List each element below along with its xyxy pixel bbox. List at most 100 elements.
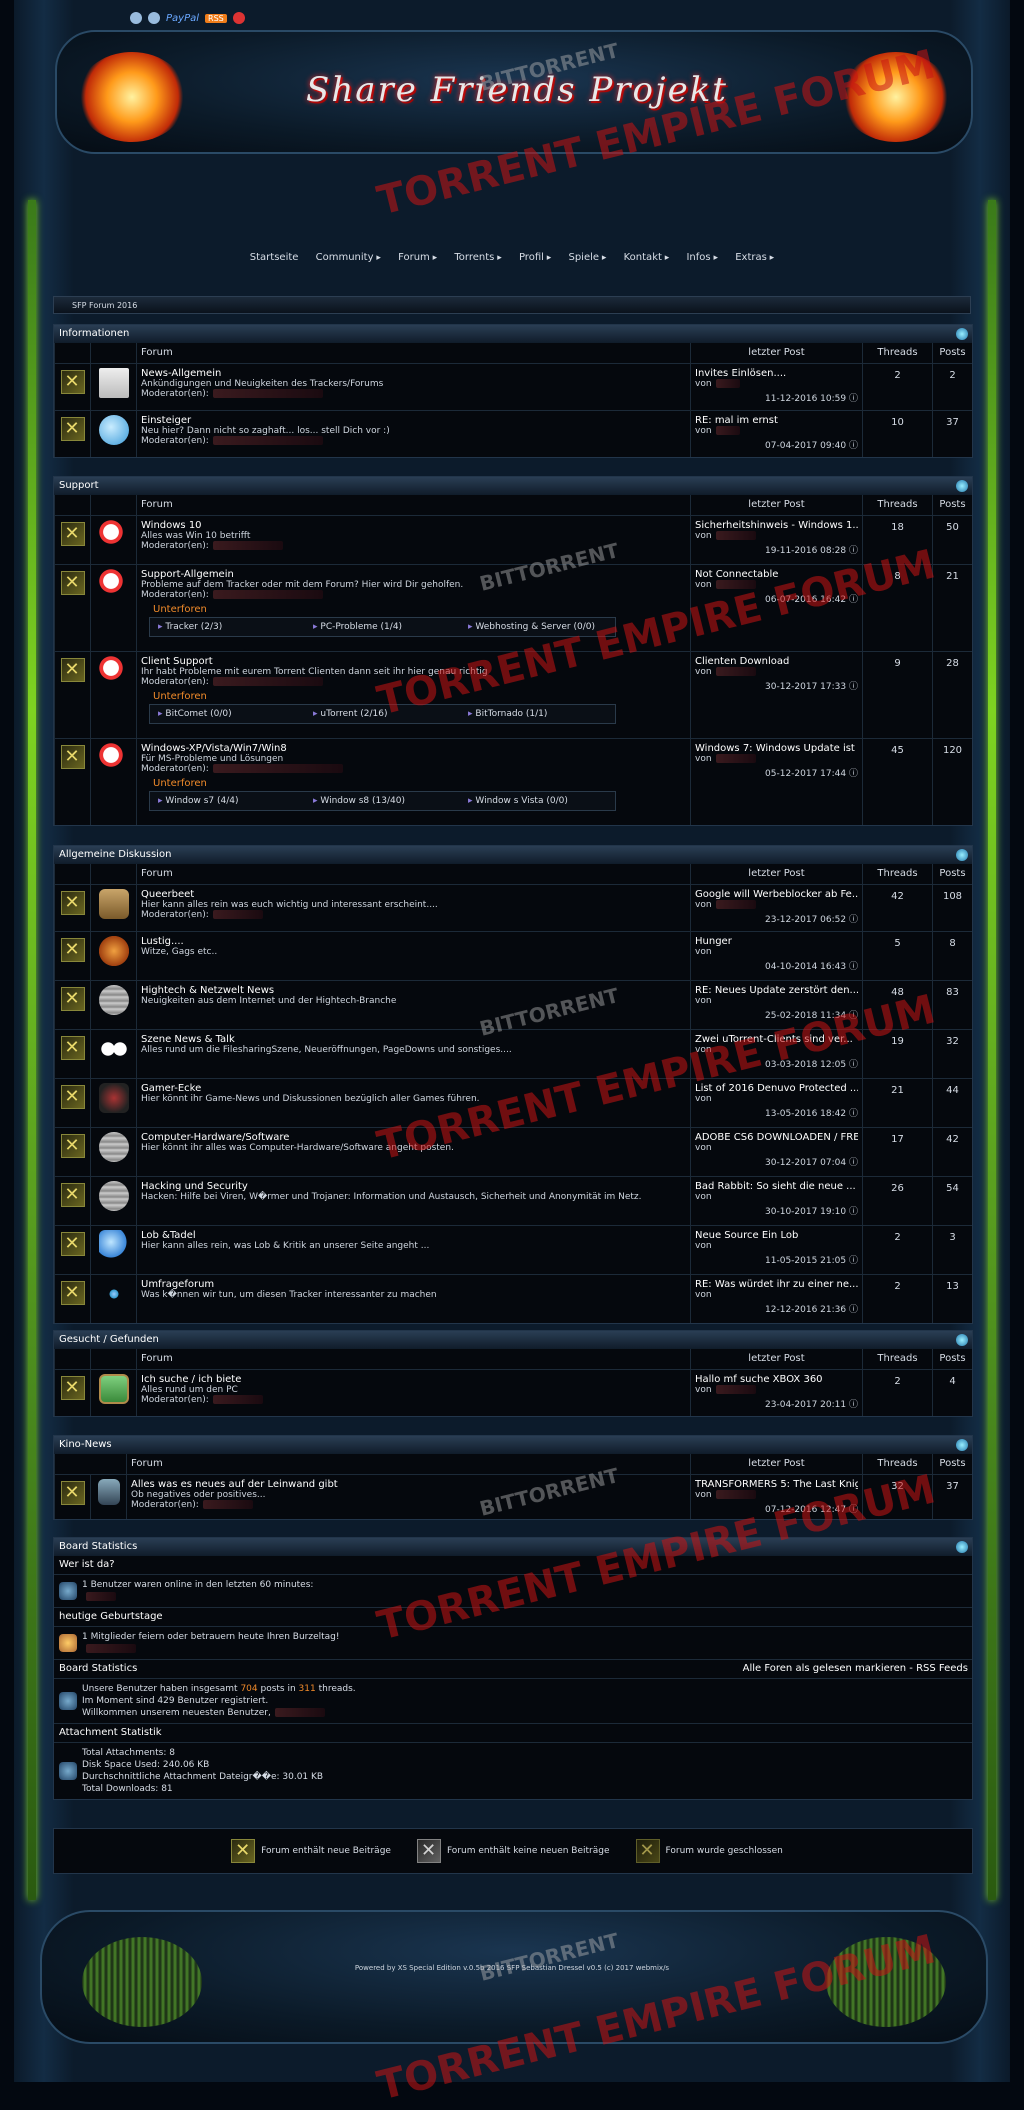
nav-community[interactable]: Community	[316, 252, 381, 263]
flask-icon[interactable]	[130, 12, 142, 24]
moderator-name[interactable]	[212, 389, 323, 398]
nav-torrents[interactable]: Torrents	[454, 252, 501, 263]
subforum-link[interactable]: Window s Vista (0/0)	[460, 796, 615, 806]
lastpost-title[interactable]: Hunger	[695, 936, 858, 947]
lastpost-title[interactable]: TRANSFORMERS 5: The Last Knigh...	[695, 1479, 858, 1490]
newest-user[interactable]	[274, 1708, 325, 1717]
moderator-name[interactable]	[202, 1500, 253, 1509]
lastpost-title[interactable]: ADOBE CS6 DOWNLOADEN / FREISCH...	[695, 1132, 858, 1143]
lastpost-title[interactable]: Zwei uTorrent-Clients sind ver...	[695, 1034, 858, 1045]
section-informationen: Informationen Forum letzter Post Threads Po…	[53, 324, 973, 458]
paypal-link[interactable]: PayPal	[166, 13, 199, 24]
forum-title[interactable]: Windows 10	[141, 520, 686, 531]
subforum-link[interactable]: uTorrent (2/16)	[305, 709, 460, 719]
author-name[interactable]	[715, 667, 756, 676]
nav-extras[interactable]: Extras	[735, 252, 774, 263]
moderator-name[interactable]	[212, 910, 263, 919]
section-title[interactable]: Kino-News	[59, 1439, 112, 1450]
author-name[interactable]	[715, 900, 756, 909]
nav-spiele[interactable]: Spiele	[568, 252, 606, 263]
forum-title[interactable]: Queerbeet	[141, 889, 686, 900]
breadcrumb[interactable]: SFP Forum 2016	[53, 296, 971, 314]
subforum-link[interactable]: Window s7 (4/4)	[150, 796, 305, 806]
moderator-name[interactable]	[212, 1395, 263, 1404]
forum-moderators: Moderator(en):	[141, 436, 686, 446]
rss-link[interactable]: RSS	[205, 13, 227, 23]
site-logo[interactable]: Share Friends Projekt	[212, 70, 822, 110]
author-name[interactable]	[715, 1385, 756, 1394]
section-title[interactable]: Gesucht / Gefunden	[59, 1334, 159, 1345]
forum-title[interactable]: Lob &Tadel	[141, 1230, 686, 1241]
nav-forum[interactable]: Forum	[398, 252, 437, 263]
author-name[interactable]	[715, 426, 740, 435]
collapse-icon[interactable]	[956, 1334, 968, 1346]
forum-title[interactable]: Alles was es neues auf der Leinwand gibt	[131, 1479, 686, 1490]
nav-startseite[interactable]: Startseite	[250, 252, 299, 263]
lastpost-author: von	[695, 1045, 858, 1055]
moderator-name[interactable]	[212, 764, 343, 773]
forum-title[interactable]: Support-Allgemein	[141, 569, 686, 580]
subforum-link[interactable]: Window s8 (13/40)	[305, 796, 460, 806]
lastpost-title[interactable]: Neue Source Ein Lob	[695, 1230, 858, 1241]
forum-title[interactable]: Hacking und Security	[141, 1181, 686, 1192]
forum-title[interactable]: Gamer-Ecke	[141, 1083, 686, 1094]
von-label: von	[695, 580, 712, 590]
subforum-link[interactable]: BitTornado (1/1)	[460, 709, 615, 719]
stop-icon[interactable]	[232, 12, 245, 24]
von-label: von	[695, 667, 712, 677]
lastpost-title[interactable]: List of 2016 Denuvo Protected ...	[695, 1083, 858, 1094]
forum-title[interactable]: News-Allgemein	[141, 368, 686, 379]
forum-title[interactable]: Client Support	[141, 656, 686, 667]
mark-read-rss-links[interactable]: Alle Foren als gelesen markieren - RSS F…	[743, 1660, 968, 1678]
lastpost-title[interactable]: Invites Einlösen....	[695, 368, 858, 379]
author-name[interactable]	[715, 379, 740, 388]
section-title[interactable]: Allgemeine Diskussion	[59, 849, 171, 860]
nav-profil[interactable]: Profil	[519, 252, 551, 263]
nav-infos[interactable]: Infos	[686, 252, 718, 263]
moderator-name[interactable]	[212, 590, 323, 599]
author-name[interactable]	[715, 1490, 756, 1499]
author-name[interactable]	[715, 531, 756, 540]
lastpost-title[interactable]: Hallo mf suche XBOX 360	[695, 1374, 858, 1385]
section-title[interactable]: Board Statistics	[59, 1541, 137, 1552]
forum-title[interactable]: Hightech & Netzwelt News	[141, 985, 686, 996]
lastpost-title[interactable]: RE: mal im ernst	[695, 415, 858, 426]
collapse-icon[interactable]	[956, 849, 968, 861]
online-user[interactable]	[86, 1592, 116, 1601]
moderator-name[interactable]	[212, 436, 323, 445]
forum-title[interactable]: Windows-XP/Vista/Win7/Win8	[141, 743, 686, 754]
birthday-user[interactable]	[86, 1644, 136, 1653]
collapse-icon[interactable]	[956, 1541, 968, 1553]
forum-title[interactable]: Computer-Hardware/Software	[141, 1132, 686, 1143]
subforum-link[interactable]: Webhosting & Server (0/0)	[460, 622, 615, 632]
forum-title[interactable]: Umfrageforum	[141, 1279, 686, 1290]
lastpost-title[interactable]: Not Connectable	[695, 569, 858, 580]
author-name[interactable]	[715, 580, 756, 589]
lastpost-title[interactable]: Google will Werbeblocker ab Fe...	[695, 889, 858, 900]
lastpost-title[interactable]: RE: Neues Update zerstört den...	[695, 985, 858, 996]
lastpost-title[interactable]: Bad Rabbit: So sieht die neue ...	[695, 1181, 858, 1192]
moderator-name[interactable]	[212, 541, 283, 550]
collapse-icon[interactable]	[956, 480, 968, 492]
lastpost-title[interactable]: Windows 7: Windows Update ist ...	[695, 743, 858, 754]
forum-title[interactable]: Ich suche / ich biete	[141, 1374, 686, 1385]
potion-icon[interactable]	[148, 12, 160, 24]
moderator-name[interactable]	[212, 677, 323, 686]
author-name[interactable]	[715, 754, 756, 763]
forum-title[interactable]: Einsteiger	[141, 415, 686, 426]
forum-title[interactable]: Szene News & Talk	[141, 1034, 686, 1045]
moderator-label: Moderator(en):	[141, 389, 209, 399]
section-title[interactable]: Informationen	[59, 328, 129, 339]
section-title[interactable]: Support	[59, 480, 99, 491]
subforum-link[interactable]: Tracker (2/3)	[150, 622, 305, 632]
nav-kontakt[interactable]: Kontakt	[624, 252, 670, 263]
forum-desc: Hier könnt ihr alles was Computer-Hardwa…	[141, 1143, 454, 1153]
collapse-icon[interactable]	[956, 1439, 968, 1451]
subforum-link[interactable]: BitComet (0/0)	[150, 709, 305, 719]
collapse-icon[interactable]	[956, 328, 968, 340]
forum-title[interactable]: Lustig....	[141, 936, 686, 947]
lastpost-title[interactable]: RE: Was würdet ihr zu einer ne...	[695, 1279, 858, 1290]
lastpost-title[interactable]: Clienten Download	[695, 656, 858, 667]
lastpost-title[interactable]: Sicherheitshinweis - Windows 1...	[695, 520, 858, 531]
subforum-link[interactable]: PC-Probleme (1/4)	[305, 622, 460, 632]
